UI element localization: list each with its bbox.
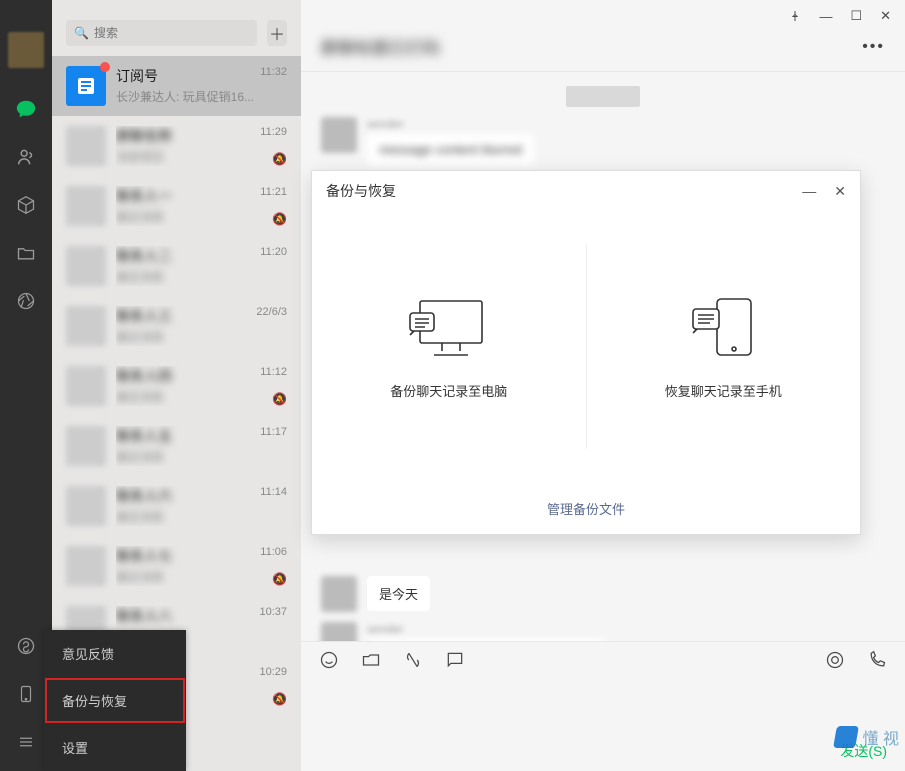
- chat-time: 11:29: [260, 126, 287, 138]
- mute-icon: 🔕: [272, 212, 287, 226]
- mute-icon: 🔕: [272, 572, 287, 586]
- msg-sender: sender: [367, 117, 404, 131]
- history-icon[interactable]: [445, 650, 465, 670]
- chat-item[interactable]: 联系人三最近消息22/6/3: [52, 296, 301, 356]
- chat-avatar: [66, 246, 106, 286]
- restore-to-phone-label: 恢复聊天记录至手机: [665, 381, 782, 400]
- contacts-icon[interactable]: [15, 146, 37, 168]
- cube-icon[interactable]: [15, 194, 37, 216]
- menu-backup-restore[interactable]: 备份与恢复: [44, 677, 186, 724]
- chat-avatar: [66, 66, 106, 106]
- chat-preview: 最近消息: [116, 388, 287, 405]
- pin-icon[interactable]: [789, 10, 801, 22]
- composer: 发送(S): [301, 641, 905, 771]
- chat-time: 11:14: [260, 486, 287, 498]
- chat-item[interactable]: 联系人四最近消息11:12🔕: [52, 356, 301, 416]
- msg-bubble: message content blurred: [367, 134, 534, 165]
- chat-title: 群聊标题已打码: [321, 34, 440, 59]
- chat-item[interactable]: 联系人六最近消息11:14: [52, 476, 301, 536]
- chat-item[interactable]: 联系人一最近消息11:21🔕: [52, 176, 301, 236]
- call-icon[interactable]: [867, 650, 887, 670]
- chat-preview: 最近消息: [116, 328, 287, 345]
- msg-bubble: blurred message text content here …: [367, 639, 607, 641]
- chat-preview: 最近消息: [116, 208, 287, 225]
- search-input[interactable]: [66, 20, 257, 46]
- mute-icon: 🔕: [272, 692, 287, 706]
- screenshot-icon[interactable]: [403, 650, 423, 670]
- aperture-icon[interactable]: [15, 290, 37, 312]
- chat-time: 22/6/3: [256, 306, 287, 318]
- chat-preview: 最近消息: [116, 508, 287, 525]
- attachment-icon[interactable]: [361, 650, 381, 670]
- backup-to-pc-option[interactable]: 备份聊天记录至电脑: [312, 211, 586, 483]
- mute-icon: 🔕: [272, 392, 287, 406]
- msg-avatar: [321, 622, 357, 641]
- close-icon[interactable]: ✕: [880, 8, 891, 24]
- chat-item[interactable]: 群聊名称消息预览11:29🔕: [52, 116, 301, 176]
- modal-close-icon[interactable]: ✕: [834, 183, 846, 200]
- chat-avatar: [66, 126, 106, 166]
- chat-avatar: [66, 486, 106, 526]
- watermark: 懂 视: [835, 725, 899, 749]
- menu-feedback[interactable]: 意见反馈: [44, 630, 186, 677]
- unread-dot: [100, 62, 110, 72]
- chat-preview: 最近消息: [116, 568, 287, 585]
- folder-icon[interactable]: [15, 242, 37, 264]
- chat-time: 11:12: [260, 366, 287, 378]
- chat-time: 10:37: [259, 606, 287, 618]
- chat-item[interactable]: 联系人五最近消息11:17: [52, 416, 301, 476]
- chat-icon[interactable]: [15, 98, 37, 120]
- miniprogram-icon[interactable]: [15, 635, 37, 657]
- chat-time: 11:32: [260, 66, 287, 78]
- chat-preview: 消息预览: [116, 148, 287, 165]
- phone-icon[interactable]: [15, 683, 37, 705]
- user-avatar[interactable]: [8, 32, 44, 68]
- window-controls: — ☐ ✕: [301, 0, 905, 32]
- chat-time: 11:21: [260, 186, 287, 198]
- mute-icon: 🔕: [272, 152, 287, 166]
- chat-avatar: [66, 366, 106, 406]
- chat-more-icon[interactable]: •••: [862, 38, 885, 56]
- hamburger-icon[interactable]: [15, 731, 37, 753]
- chat-time: 11:06: [260, 546, 287, 558]
- emoji-icon[interactable]: [319, 650, 339, 670]
- chat-item[interactable]: 联系人七最近消息11:06🔕: [52, 536, 301, 596]
- chat-preview: 最近消息: [116, 448, 287, 465]
- settings-menu: 意见反馈 备份与恢复 设置: [44, 630, 186, 771]
- msg-sender: sender: [367, 622, 404, 636]
- backup-to-pc-label: 备份聊天记录至电脑: [390, 381, 507, 400]
- chat-item[interactable]: 联系人二最近消息11:20: [52, 236, 301, 296]
- chat-avatar: [66, 306, 106, 346]
- msg-avatar: [321, 117, 357, 153]
- msg-bubble: 是今天: [367, 576, 430, 611]
- modal-minimize-icon[interactable]: —: [802, 183, 816, 200]
- new-chat-button[interactable]: ＋: [267, 20, 287, 46]
- chat-time: 10:29: [259, 666, 287, 678]
- chat-item[interactable]: 订阅号长沙兼达人: 玩具促销16...11:32: [52, 56, 301, 116]
- record-icon[interactable]: [825, 650, 845, 670]
- chat-avatar: [66, 186, 106, 226]
- chat-time: 11:17: [260, 426, 287, 438]
- chat-preview: 最近消息: [116, 268, 287, 285]
- modal-title: 备份与恢复: [326, 181, 396, 201]
- restore-to-phone-option[interactable]: 恢复聊天记录至手机: [587, 211, 861, 483]
- backup-restore-modal: 备份与恢复 — ✕ 备份聊天记录至电脑 恢复: [311, 170, 861, 535]
- menu-settings[interactable]: 设置: [44, 724, 186, 771]
- chat-avatar: [66, 546, 106, 586]
- manage-backup-link[interactable]: 管理备份文件: [312, 483, 860, 534]
- chat-time: 11:20: [260, 246, 287, 258]
- maximize-icon[interactable]: ☐: [850, 8, 862, 24]
- time-pill: 昨天 13:51: [566, 86, 639, 107]
- msg-avatar: [321, 576, 357, 612]
- chat-preview: 长沙兼达人: 玩具促销16...: [116, 88, 287, 105]
- minimize-icon[interactable]: —: [819, 9, 832, 24]
- chat-avatar: [66, 426, 106, 466]
- search-icon: 🔍: [74, 26, 89, 40]
